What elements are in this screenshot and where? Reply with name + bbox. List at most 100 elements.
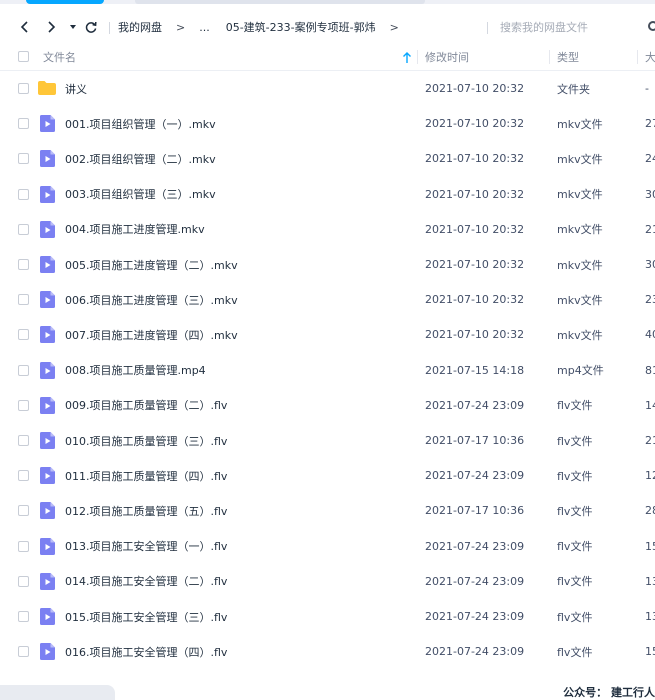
file-type: mkv文件 (557, 258, 603, 272)
row-checkbox[interactable] (18, 259, 29, 270)
row-checkbox[interactable] (18, 399, 29, 411)
table-row[interactable]: 006.项目施工进度管理（三）.mkv 2021-07-10 20:32 mkv文件… (0, 282, 655, 317)
file-name[interactable]: 003.项目组织管理（三）.mkv (65, 177, 216, 212)
video-file-icon (40, 537, 55, 555)
video-file-icon (40, 291, 55, 309)
row-checkbox[interactable] (18, 364, 29, 376)
file-size: 13 (645, 610, 655, 623)
search-icon[interactable] (648, 21, 655, 31)
row-checkbox[interactable] (18, 505, 29, 517)
file-name[interactable]: 010.项目施工质量管理（三）.flv (65, 423, 227, 458)
chevron-right-icon (48, 21, 56, 33)
file-name[interactable]: 006.项目施工进度管理（三）.mkv (65, 282, 238, 317)
table-row[interactable]: 013.项目施工安全管理（一）.flv 2021-07-24 23:09 flv文件… (0, 529, 655, 564)
file-modified-time: 2021-07-24 23:09 (425, 398, 525, 412)
breadcrumb-root[interactable]: 我的网盘 (118, 19, 162, 35)
file-size: 30 (645, 187, 655, 201)
file-size: 81 (645, 363, 655, 377)
file-modified-time: 2021-07-17 10:36 (425, 504, 525, 518)
file-name[interactable]: 009.项目施工质量管理（二）.flv (65, 388, 227, 423)
file-name[interactable]: 008.项目施工质量管理.mp4 (65, 353, 206, 388)
row-checkbox[interactable] (18, 611, 29, 622)
refresh-button[interactable] (80, 16, 102, 38)
column-divider[interactable] (417, 50, 418, 64)
table-row[interactable]: 011.项目施工质量管理（四）.flv 2021-07-24 23:09 flv文件… (0, 458, 655, 493)
table-row[interactable]: 005.项目施工进度管理（二）.mkv 2021-07-10 20:32 mkv文件… (0, 247, 655, 282)
file-name[interactable]: 015.项目施工安全管理（三）.flv (65, 599, 227, 634)
table-row[interactable]: 002.项目组织管理（二）.mkv 2021-07-10 20:32 mkv文件 24 (0, 141, 655, 176)
file-name[interactable]: 011.项目施工质量管理（四）.flv (65, 458, 227, 493)
row-checkbox[interactable] (18, 435, 29, 446)
row-checkbox[interactable] (18, 646, 29, 658)
table-row[interactable]: 008.项目施工质量管理.mp4 2021-07-15 14:18 mp4文件 81 (0, 353, 655, 388)
table-row[interactable]: 001.项目组织管理（一）.mkv 2021-07-10 20:32 mkv文件 27 (0, 106, 655, 141)
breadcrumb-ellipsis[interactable]: ... (199, 21, 210, 34)
table-row[interactable]: 讲义 2021-07-10 20:32 文件夹 - (0, 71, 655, 106)
video-file-icon (40, 502, 55, 520)
table-row[interactable]: 004.项目施工进度管理.mkv 2021-07-10 20:32 mkv文件 21 (0, 212, 655, 247)
file-modified-time: 2021-07-15 14:18 (425, 363, 525, 377)
file-size: 27 (645, 117, 655, 131)
video-file-icon (40, 150, 55, 168)
file-type: flv文件 (557, 575, 593, 589)
file-type: flv文件 (557, 540, 593, 554)
file-size: 13 (645, 574, 655, 588)
file-name[interactable]: 001.项目组织管理（一）.mkv (65, 106, 216, 141)
file-size: - (645, 82, 649, 95)
breadcrumb-current-folder[interactable]: 05-建筑-233-案例专项班-郭炜 (226, 19, 376, 35)
file-name[interactable]: 007.项目施工进度管理（四）.mkv (65, 317, 238, 352)
file-name[interactable]: 016.项目施工安全管理（四）.flv (65, 634, 227, 669)
row-checkbox[interactable] (18, 294, 29, 306)
file-modified-time: 2021-07-10 20:32 (425, 222, 525, 236)
inactive-tab-indicator[interactable] (135, 0, 425, 4)
row-checkbox[interactable] (18, 188, 29, 200)
table-row[interactable]: 009.项目施工质量管理（二）.flv 2021-07-24 23:09 flv文件… (0, 388, 655, 423)
column-header-name[interactable]: 文件名 (43, 43, 76, 71)
row-checkbox[interactable] (18, 118, 29, 130)
caret-down-icon (70, 25, 76, 29)
row-checkbox[interactable] (18, 153, 29, 165)
arrow-up-icon[interactable] (402, 52, 412, 64)
watermark-text: 公众号： 建工行人 (559, 684, 655, 700)
column-header-type[interactable]: 类型 (557, 43, 579, 71)
file-type: mkv文件 (557, 328, 603, 342)
file-name[interactable]: 002.项目组织管理（二）.mkv (65, 141, 216, 176)
table-row[interactable]: 016.项目施工安全管理（四）.flv 2021-07-24 23:09 flv文件… (0, 634, 655, 669)
row-checkbox[interactable] (18, 329, 29, 341)
horizontal-scrollbar[interactable] (0, 685, 115, 700)
column-header-modified[interactable]: 修改时间 (425, 43, 469, 71)
file-name[interactable]: 014.项目施工安全管理（二）.flv (65, 564, 227, 599)
file-size: 15 (645, 539, 655, 553)
row-checkbox[interactable] (18, 540, 29, 552)
file-name[interactable]: 004.项目施工进度管理.mkv (65, 212, 205, 247)
search-input[interactable] (500, 16, 650, 38)
file-name[interactable]: 012.项目施工质量管理（五）.flv (65, 493, 227, 528)
table-row[interactable]: 010.项目施工质量管理（三）.flv 2021-07-17 10:36 flv文件… (0, 423, 655, 458)
file-name[interactable]: 讲义 (65, 71, 87, 106)
row-checkbox[interactable] (18, 223, 29, 235)
row-checkbox[interactable] (18, 575, 29, 587)
folder-icon (38, 81, 56, 95)
active-tab-indicator[interactable] (26, 0, 104, 4)
table-row[interactable]: 015.项目施工安全管理（三）.flv 2021-07-24 23:09 flv文件… (0, 599, 655, 634)
row-checkbox[interactable] (18, 470, 29, 482)
column-divider[interactable] (549, 50, 550, 64)
select-all-checkbox[interactable] (18, 51, 29, 62)
file-name[interactable]: 013.项目施工安全管理（一）.flv (65, 529, 227, 564)
table-row[interactable]: 003.项目组织管理（三）.mkv 2021-07-10 20:32 mkv文件 30 (0, 177, 655, 212)
table-row[interactable]: 012.项目施工质量管理（五）.flv 2021-07-17 10:36 flv文件… (0, 493, 655, 528)
row-checkbox[interactable] (18, 83, 29, 94)
top-tab-strip (0, 0, 655, 4)
video-file-icon (40, 361, 55, 379)
file-modified-time: 2021-07-24 23:09 (425, 469, 525, 483)
table-row[interactable]: 007.项目施工进度管理（四）.mkv 2021-07-10 20:32 mkv文件… (0, 317, 655, 352)
back-button[interactable] (14, 16, 36, 38)
column-header-size[interactable]: 大 (645, 43, 655, 71)
file-type: mkv文件 (557, 223, 603, 237)
file-type: mp4文件 (557, 364, 604, 378)
file-name[interactable]: 005.项目施工进度管理（二）.mkv (65, 247, 238, 282)
table-row[interactable]: 014.项目施工安全管理（二）.flv 2021-07-24 23:09 flv文件… (0, 564, 655, 599)
column-divider[interactable] (637, 50, 638, 64)
breadcrumb-separator: > (176, 20, 186, 34)
forward-button[interactable] (40, 16, 62, 38)
